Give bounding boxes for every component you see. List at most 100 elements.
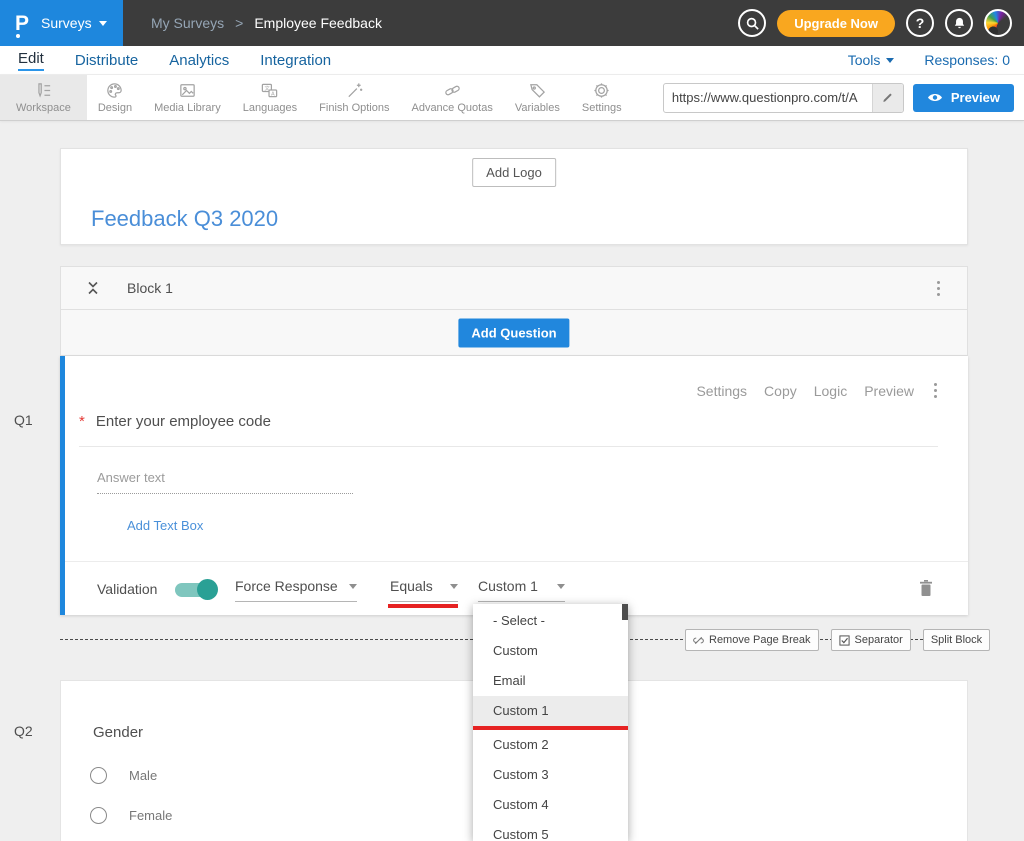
- dropdown-option-custom4[interactable]: Custom 4: [473, 790, 628, 820]
- toolbar-label: Design: [98, 102, 132, 114]
- survey-editor-app: P Surveys My Surveys > Employee Feedback…: [0, 0, 1024, 841]
- collapse-block-icon[interactable]: [85, 280, 101, 296]
- breadcrumb-my-surveys[interactable]: My Surveys: [151, 15, 224, 31]
- toolbar-item-finish-options[interactable]: Finish Options: [308, 75, 400, 120]
- option-label[interactable]: Female: [129, 808, 172, 823]
- dropdown-option-custom1[interactable]: Custom 1: [473, 696, 628, 726]
- dropdown-option-custom[interactable]: Custom: [473, 636, 628, 666]
- block-title[interactable]: Block 1: [127, 280, 173, 296]
- chevron-down-icon: [557, 584, 565, 589]
- toolbar-item-advance-quotas[interactable]: Advance Quotas: [400, 75, 503, 120]
- chevron-down-icon: [886, 58, 894, 63]
- survey-url-box: [663, 83, 904, 113]
- tools-label: Tools: [848, 52, 881, 68]
- tab-edit[interactable]: Edit: [18, 50, 44, 71]
- survey-header-card: Add Logo Feedback Q3 2020: [60, 148, 968, 245]
- edit-toolbar: Workspace Design Media Library 文A Langua…: [0, 74, 1024, 121]
- toolbar-label: Finish Options: [319, 102, 389, 114]
- toolbar-label: Workspace: [16, 102, 71, 114]
- option-label[interactable]: Male: [129, 768, 157, 783]
- media-library-icon: [178, 81, 197, 100]
- questionpro-logo: P: [15, 13, 29, 34]
- chevron-down-icon: [450, 584, 458, 589]
- tab-integration[interactable]: Integration: [260, 52, 331, 69]
- answer-option-female: Female: [90, 807, 172, 824]
- add-question-button[interactable]: Add Question: [458, 318, 569, 347]
- question-text[interactable]: Gender: [93, 724, 143, 741]
- add-text-box-link[interactable]: Add Text Box: [127, 518, 203, 533]
- design-icon: [105, 81, 124, 100]
- survey-title[interactable]: Feedback Q3 2020: [91, 206, 278, 232]
- question-text[interactable]: Enter your employee code: [96, 413, 271, 430]
- separator-label: Separator: [855, 634, 903, 646]
- survey-nav: Edit Distribute Analytics Integration To…: [0, 46, 1024, 74]
- toolbar-item-media-library[interactable]: Media Library: [143, 75, 232, 120]
- broken-link-icon: [693, 635, 704, 646]
- add-question-strip: Add Question: [60, 310, 968, 356]
- answer-text-placeholder[interactable]: Answer text: [97, 470, 165, 485]
- radio-button[interactable]: [90, 767, 107, 784]
- toolbar-item-variables[interactable]: Variables: [504, 75, 571, 120]
- question-menu-button[interactable]: [931, 380, 940, 401]
- separator-button[interactable]: Separator: [831, 629, 911, 651]
- dropdown-scrollbar-thumb[interactable]: [622, 604, 628, 620]
- force-response-value: Force Response: [235, 578, 338, 594]
- remove-page-break-label: Remove Page Break: [709, 634, 811, 646]
- delete-validation-button[interactable]: [918, 579, 934, 602]
- search-button[interactable]: [738, 9, 766, 37]
- toolbar-item-workspace[interactable]: Workspace: [0, 75, 87, 120]
- toolbar-item-design[interactable]: Design: [87, 75, 143, 120]
- preview-button[interactable]: Preview: [913, 84, 1014, 112]
- product-label: Surveys: [41, 15, 92, 31]
- survey-url-input[interactable]: [664, 90, 872, 105]
- finish-options-icon: [345, 81, 364, 100]
- block-menu-button[interactable]: [934, 278, 943, 299]
- dropdown-option-email[interactable]: Email: [473, 666, 628, 696]
- dropdown-option-custom3[interactable]: Custom 3: [473, 760, 628, 790]
- toolbar-right: Preview: [663, 75, 1024, 120]
- product-menu[interactable]: Surveys: [41, 15, 107, 31]
- dropdown-option-custom5[interactable]: Custom 5: [473, 820, 628, 841]
- product-switcher[interactable]: P Surveys: [0, 0, 123, 46]
- split-block-label: Split Block: [931, 634, 982, 646]
- operand-value: Custom 1: [478, 578, 538, 594]
- responses-count[interactable]: Responses: 0: [924, 52, 1010, 68]
- split-block-button[interactable]: Split Block: [923, 629, 990, 651]
- upgrade-now-button[interactable]: Upgrade Now: [777, 10, 895, 37]
- answer-text-underline: [97, 493, 353, 494]
- radio-button[interactable]: [90, 807, 107, 824]
- question-settings-link[interactable]: Settings: [696, 383, 747, 399]
- tools-menu[interactable]: Tools: [848, 52, 895, 68]
- operator-dropdown[interactable]: Equals: [390, 578, 458, 602]
- nav-tabs: Edit Distribute Analytics Integration: [18, 50, 331, 71]
- question-number-q1: Q1: [14, 412, 33, 428]
- help-button[interactable]: ?: [906, 9, 934, 37]
- notifications-button[interactable]: [945, 9, 973, 37]
- add-logo-button[interactable]: Add Logo: [472, 158, 556, 187]
- variables-icon: [528, 81, 547, 100]
- question-logic-link[interactable]: Logic: [814, 383, 847, 399]
- toolbar-label: Settings: [582, 102, 622, 114]
- tab-distribute[interactable]: Distribute: [75, 52, 138, 69]
- tab-analytics[interactable]: Analytics: [169, 52, 229, 69]
- user-avatar[interactable]: [984, 9, 1012, 37]
- toolbar-item-languages[interactable]: 文A Languages: [232, 75, 308, 120]
- dropdown-option-select[interactable]: - Select -: [473, 606, 628, 636]
- trash-icon: [918, 579, 934, 597]
- toolbar-label: Variables: [515, 102, 560, 114]
- bell-icon: [952, 16, 967, 31]
- force-response-dropdown[interactable]: Force Response: [235, 578, 357, 602]
- help-icon: ?: [916, 15, 925, 31]
- toggle-knob: [197, 579, 218, 600]
- dropdown-option-custom2[interactable]: Custom 2: [473, 730, 628, 760]
- operand-dropdown[interactable]: Custom 1: [478, 578, 565, 602]
- edit-url-button[interactable]: [872, 84, 903, 112]
- question-text-row[interactable]: * Enter your employee code: [79, 413, 938, 447]
- validation-toggle[interactable]: [175, 583, 216, 597]
- toolbar-item-settings[interactable]: Settings: [571, 75, 633, 120]
- remove-page-break-button[interactable]: Remove Page Break: [685, 629, 819, 651]
- question-copy-link[interactable]: Copy: [764, 383, 797, 399]
- answer-option-male: Male: [90, 767, 157, 784]
- question-preview-link[interactable]: Preview: [864, 383, 914, 399]
- required-asterisk: *: [79, 413, 85, 430]
